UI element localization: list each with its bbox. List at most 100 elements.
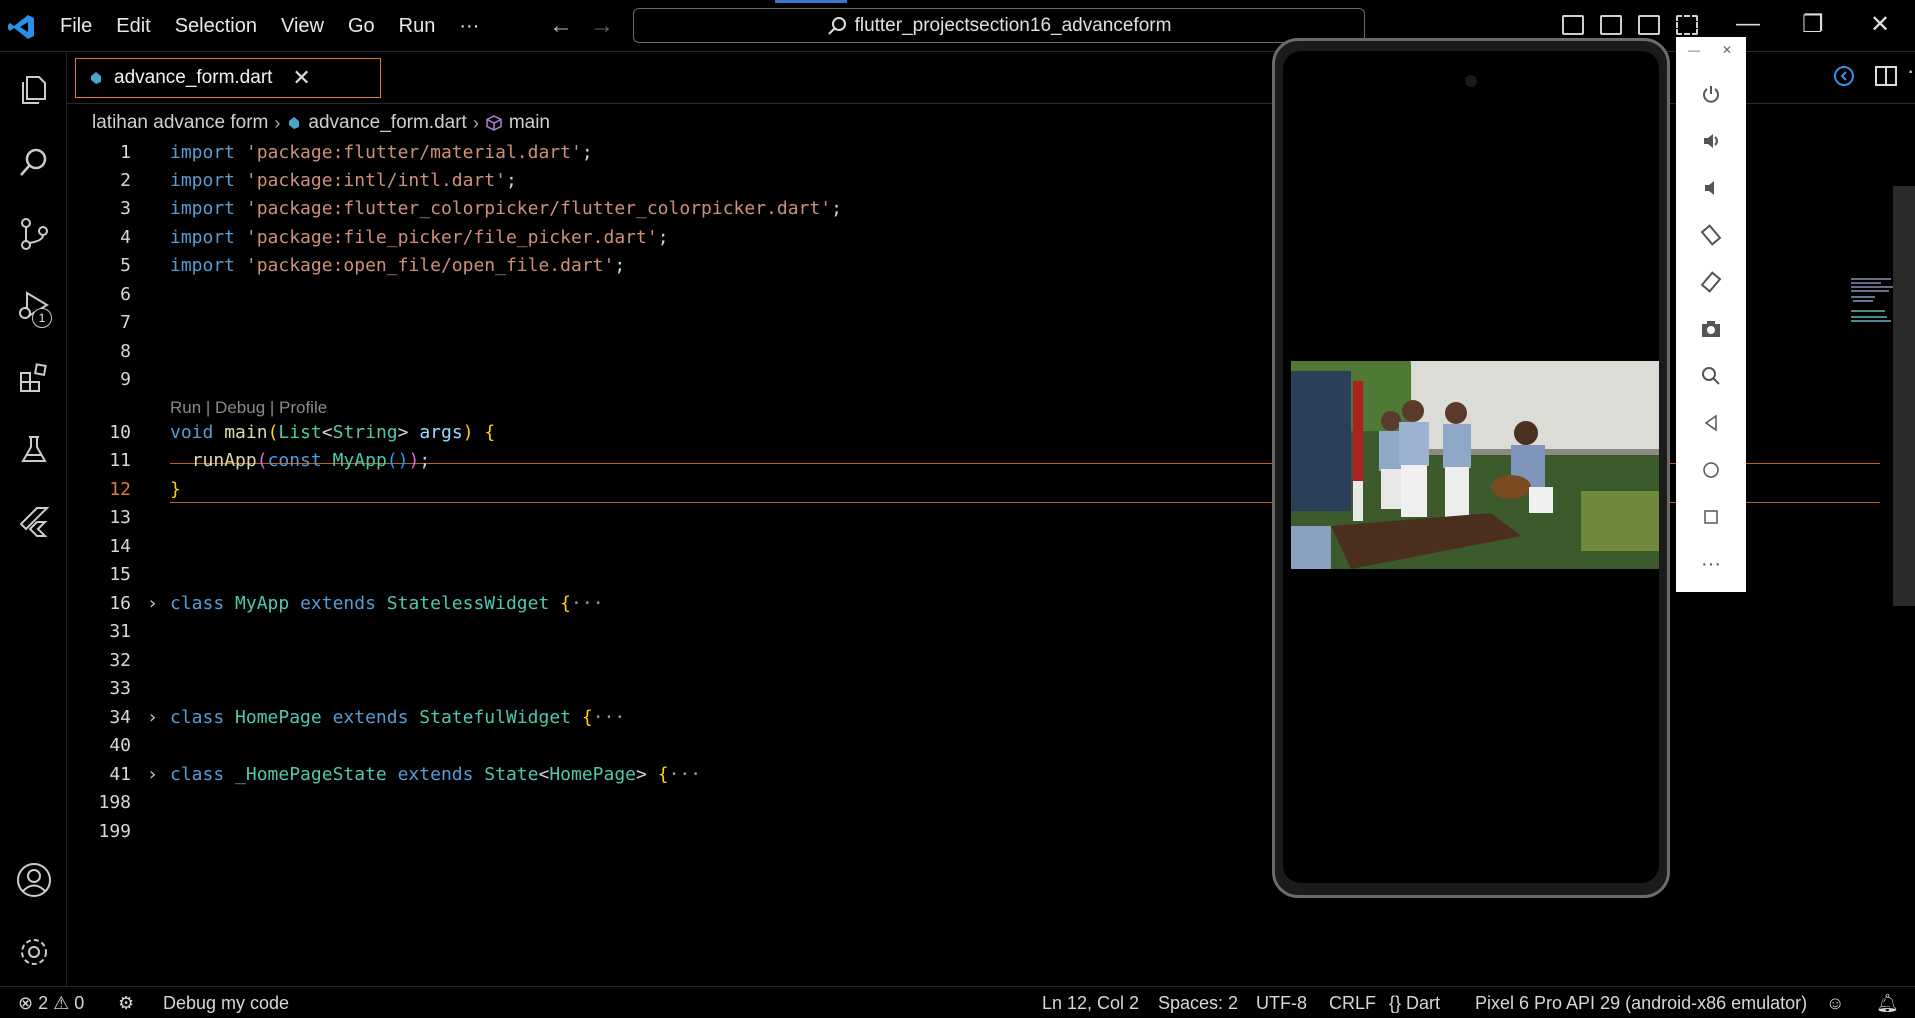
restore-window-icon[interactable]: ❐ <box>1802 10 1824 39</box>
line-number: 6 <box>120 284 131 305</box>
code-line-2: import 'package:intl/intl.dart'; <box>170 170 517 191</box>
menu-go[interactable]: Go <box>336 15 387 38</box>
vscode-logo-icon <box>8 15 34 39</box>
fold-chevron-icon[interactable]: › <box>147 707 158 728</box>
accounts-button[interactable] <box>0 850 67 910</box>
emulator-more-button[interactable]: ··· <box>1676 545 1746 583</box>
device-selector[interactable]: Pixel 6 Pro API 29 (android-x86 emulator… <box>1475 993 1807 1014</box>
close-window-icon[interactable]: ✕ <box>1870 10 1890 39</box>
line-number: 33 <box>109 678 131 699</box>
menu-edit[interactable]: Edit <box>104 15 162 38</box>
code-line-34: class HomePage extends StatefulWidget {·… <box>170 707 626 728</box>
status-bar: ⊗ 2 ⚠ 0 ⚙ Debug my code Ln 12, Col 2 Spa… <box>0 986 1915 1018</box>
source-control-icon <box>20 218 48 250</box>
feedback-icon[interactable]: ☺ <box>1826 993 1844 1014</box>
close-tab-icon[interactable]: ✕ <box>292 65 310 91</box>
breadcrumb-symbol[interactable]: main <box>509 112 550 134</box>
power-icon <box>1703 86 1719 103</box>
tab-advance-form-dart[interactable]: advance_form.dart ✕ <box>75 58 381 98</box>
line-number: 31 <box>109 621 131 642</box>
android-overview-button[interactable] <box>1676 498 1746 536</box>
flutter-button[interactable] <box>0 492 67 552</box>
debug-icon[interactable]: ⚙ <box>118 993 134 1014</box>
rotate-left-icon <box>1700 224 1722 246</box>
notifications-bell-icon[interactable]: 🔔︎ <box>1876 993 1899 1014</box>
line-number: 4 <box>120 227 131 248</box>
settings-gear-icon <box>20 939 47 965</box>
emulator-close-icon[interactable]: ✕ <box>1722 43 1732 57</box>
code-line-4: import 'package:file_picker/file_picker.… <box>170 227 669 248</box>
breadcrumb-file[interactable]: advance_form.dart <box>308 112 466 134</box>
zoom-button[interactable] <box>1676 357 1746 395</box>
debug-config[interactable]: Debug my code <box>163 993 289 1014</box>
split-editor-icon[interactable] <box>1874 64 1898 88</box>
fold-chevron-icon[interactable]: › <box>147 764 158 785</box>
line-number: 41 <box>109 764 131 785</box>
forward-arrow-icon[interactable]: → <box>590 12 614 40</box>
rotate-right-button[interactable] <box>1676 263 1746 301</box>
toggle-panel-icon[interactable] <box>1600 15 1622 35</box>
problems-indicator[interactable]: ⊗ 2 ⚠ 0 <box>18 993 84 1014</box>
breadcrumb-folder[interactable]: latihan advance form <box>92 112 268 134</box>
menu-more[interactable]: ··· <box>447 15 491 38</box>
code-line-11: runApp(const MyApp()); <box>191 450 431 471</box>
debug-badge: 1 <box>32 308 52 328</box>
menu-run[interactable]: Run <box>387 15 448 38</box>
account-icon <box>16 863 51 897</box>
chevron-right-icon: › <box>472 112 479 133</box>
menu-file[interactable]: File <box>48 15 104 38</box>
command-center-search[interactable]: flutter_projectsection16_advanceform <box>633 8 1365 43</box>
emulator-minimize-icon[interactable]: — <box>1688 43 1700 57</box>
extensions-button[interactable] <box>0 348 67 408</box>
android-back-button[interactable] <box>1676 404 1746 442</box>
extensions-icon <box>19 363 47 392</box>
emulator-screen[interactable] <box>1283 51 1659 883</box>
warning-count: 0 <box>74 993 85 1013</box>
encoding[interactable]: UTF-8 <box>1256 993 1307 1014</box>
front-camera-icon <box>1465 75 1477 87</box>
source-control-button[interactable] <box>0 204 67 264</box>
line-number: 5 <box>120 255 131 276</box>
menu-view[interactable]: View <box>269 15 336 38</box>
end-of-line[interactable]: CRLF <box>1329 993 1376 1014</box>
overview-icon <box>1704 510 1718 524</box>
more-actions-icon[interactable]: ··· <box>1907 58 1915 84</box>
line-number: 15 <box>109 564 131 585</box>
back-arrow-icon[interactable]: ← <box>549 12 573 40</box>
power-button[interactable] <box>1676 75 1746 113</box>
camera-icon <box>1702 321 1720 337</box>
testing-button[interactable] <box>0 420 67 480</box>
run-debug-button[interactable]: 1 <box>0 276 67 336</box>
timeline-icon[interactable] <box>1832 64 1856 88</box>
fold-chevron-icon[interactable]: › <box>147 593 158 614</box>
language-mode[interactable]: {} Dart <box>1389 993 1440 1014</box>
volume-down-button[interactable] <box>1676 169 1746 207</box>
codelens-run-debug-profile[interactable]: Run | Debug | Profile <box>170 398 327 418</box>
code-line-5: import 'package:open_file/open_file.dart… <box>170 255 626 276</box>
minimize-window-icon[interactable]: — <box>1736 10 1760 38</box>
editor-scrollbar[interactable] <box>1893 186 1915 606</box>
rotate-left-button[interactable] <box>1676 216 1746 254</box>
explorer-button[interactable] <box>0 60 67 120</box>
indentation[interactable]: Spaces: 2 <box>1158 993 1238 1014</box>
error-count: 2 <box>38 993 49 1013</box>
android-home-button[interactable] <box>1676 451 1746 489</box>
cursor-position[interactable]: Ln 12, Col 2 <box>1042 993 1139 1014</box>
line-number: 3 <box>120 198 131 219</box>
back-icon <box>1704 414 1717 432</box>
tab-label: advance_form.dart <box>114 67 273 88</box>
volume-up-button[interactable] <box>1676 122 1746 160</box>
screenshot-button[interactable] <box>1676 310 1746 348</box>
toggle-primary-sidebar-icon[interactable] <box>1562 15 1584 35</box>
android-emulator-phone <box>1272 38 1670 898</box>
method-symbol-icon <box>486 115 502 131</box>
settings-button[interactable] <box>0 922 67 982</box>
search-button[interactable] <box>0 132 67 192</box>
line-number: 13 <box>109 507 131 528</box>
line-number: 7 <box>120 312 131 333</box>
menu-selection[interactable]: Selection <box>163 15 269 38</box>
toggle-secondary-sidebar-icon[interactable] <box>1638 15 1660 35</box>
customize-layout-icon[interactable] <box>1676 15 1698 35</box>
breadcrumb: latihan advance form › advance_form.dart… <box>92 110 550 136</box>
chevron-right-icon: › <box>274 112 281 133</box>
